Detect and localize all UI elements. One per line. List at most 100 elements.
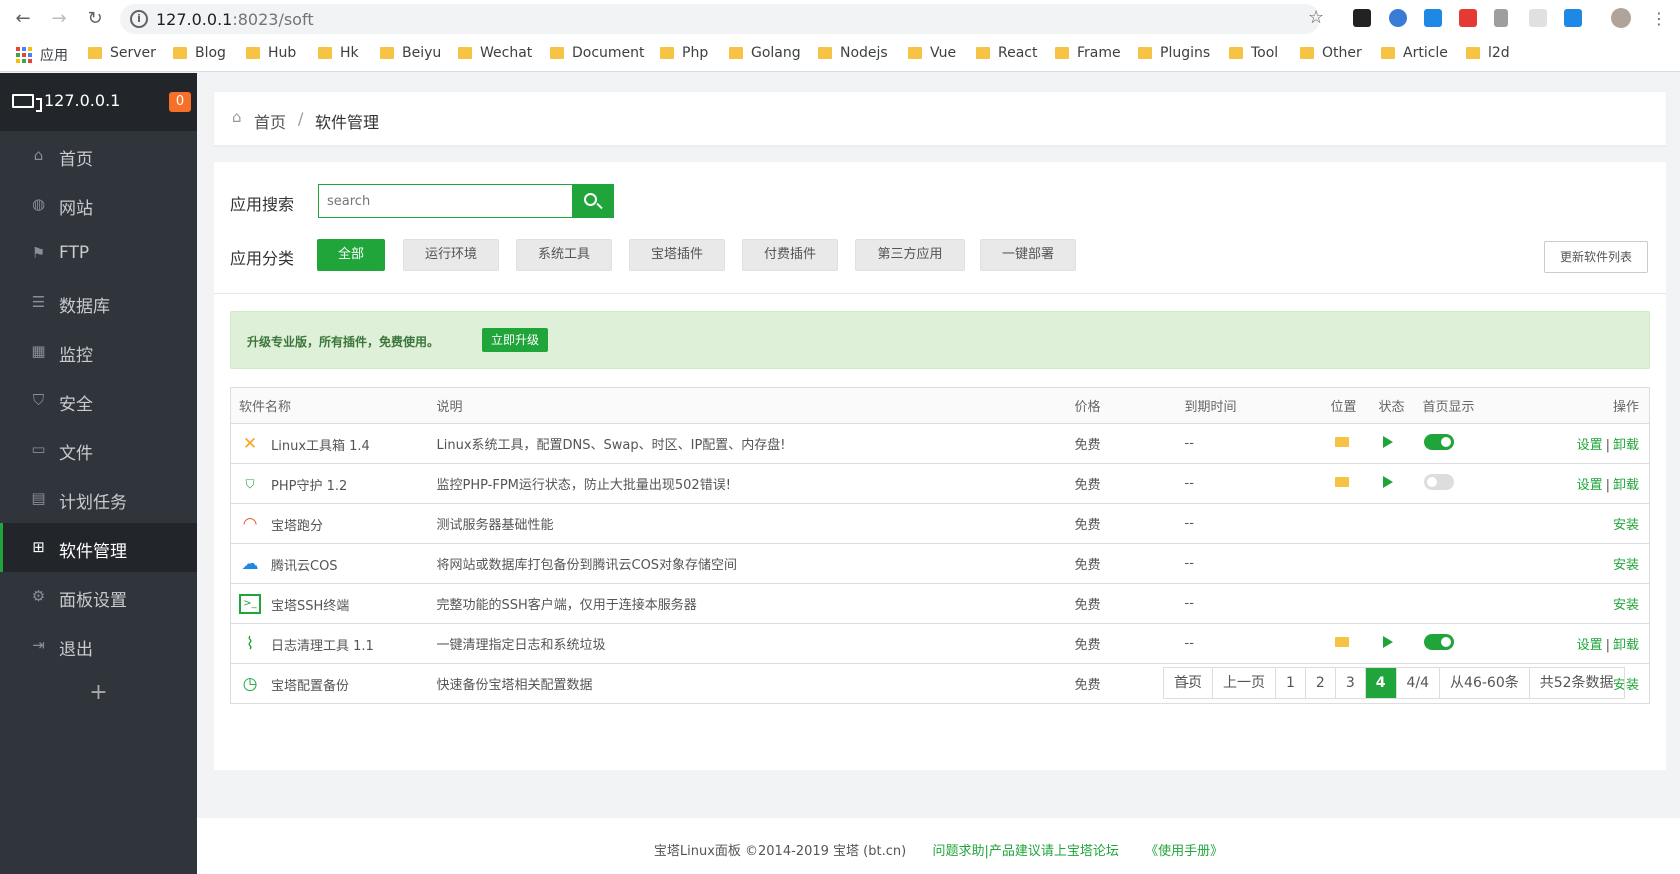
- settings-link[interactable]: 设置: [1577, 438, 1603, 453]
- url-text[interactable]: 127.0.0.1:8023/soft: [156, 10, 314, 29]
- page-prev[interactable]: 上一页: [1213, 668, 1276, 698]
- uninstall-link[interactable]: 卸载: [1613, 438, 1639, 453]
- bookmark-folder[interactable]: Nodejs: [818, 45, 888, 61]
- page-number[interactable]: 1: [1276, 668, 1306, 698]
- sidebar-item-ftp[interactable]: ⚑ FTP: [0, 229, 197, 278]
- folder-icon[interactable]: [1334, 477, 1349, 487]
- bookmark-folder[interactable]: Server: [88, 45, 156, 61]
- settings-link[interactable]: 设置: [1577, 478, 1603, 493]
- homepage-toggle[interactable]: [1423, 473, 1454, 490]
- uninstall-link[interactable]: 卸载: [1613, 638, 1639, 653]
- actions-cell: 安装: [1524, 543, 1650, 584]
- extension-icon[interactable]: [1353, 9, 1371, 27]
- bookmark-folder[interactable]: l2d: [1466, 45, 1510, 61]
- software-price: 免费: [1066, 583, 1177, 624]
- extension-icon[interactable]: [1459, 9, 1477, 27]
- col-expire: 到期时间: [1176, 387, 1323, 424]
- apps-icon: [16, 47, 32, 63]
- category-one-click-deploy[interactable]: 一键部署: [980, 239, 1076, 271]
- bookmark-folder[interactable]: Frame: [1055, 45, 1121, 61]
- menu-dots-icon[interactable]: ⋮: [1646, 6, 1672, 32]
- bookmark-folder[interactable]: React: [976, 45, 1037, 61]
- sidebar-item-software[interactable]: ⊞ 软件管理: [0, 523, 197, 572]
- upgrade-button[interactable]: 立即升级: [482, 328, 548, 352]
- play-icon[interactable]: [1382, 475, 1393, 488]
- reload-icon[interactable]: ↻: [82, 6, 108, 32]
- forward-icon[interactable]: →: [46, 6, 72, 32]
- page-first[interactable]: 首页: [1164, 668, 1213, 698]
- search-button[interactable]: [572, 184, 614, 218]
- back-icon[interactable]: ←: [10, 6, 36, 32]
- add-icon[interactable]: +: [0, 670, 197, 716]
- bookmark-folder[interactable]: Plugins: [1138, 45, 1210, 61]
- backup-clock-icon: ◷: [242, 674, 258, 694]
- bookmark-folder[interactable]: Hub: [246, 45, 296, 61]
- folder-icon[interactable]: [1334, 437, 1349, 447]
- bookmark-folder[interactable]: Vue: [908, 45, 956, 61]
- category-paid-plugins[interactable]: 付费插件: [742, 239, 838, 271]
- install-link[interactable]: 安装: [1613, 598, 1639, 613]
- address-bar[interactable]: i 127.0.0.1:8023/soft: [120, 4, 1320, 34]
- folder-icon[interactable]: [1334, 637, 1349, 647]
- bookmark-apps[interactable]: 应用: [16, 45, 68, 65]
- sidebar-item-files[interactable]: ▭ 文件: [0, 425, 197, 474]
- software-price: 免费: [1066, 423, 1177, 464]
- search-input[interactable]: [319, 185, 559, 217]
- bookmark-folder[interactable]: Golang: [729, 45, 801, 61]
- folder-icon: [88, 47, 102, 59]
- install-link[interactable]: 安装: [1613, 518, 1639, 533]
- category-system-tools[interactable]: 系统工具: [516, 239, 612, 271]
- play-icon[interactable]: [1382, 435, 1393, 448]
- bookmark-folder[interactable]: Tool: [1229, 45, 1278, 61]
- php-shield-icon: ⛉: [245, 477, 255, 491]
- category-third-party[interactable]: 第三方应用: [855, 239, 965, 271]
- extension-icon[interactable]: [1529, 9, 1547, 27]
- bookmark-folder[interactable]: Php: [660, 45, 708, 61]
- software-table: 软件名称 说明 价格 到期时间 位置 状态 首页显示 操作 ✕ Linux工具箱 …: [230, 387, 1650, 704]
- bookmark-folder[interactable]: Other: [1300, 45, 1362, 61]
- search-icon: [584, 193, 597, 206]
- bookmark-folder[interactable]: Wechat: [458, 45, 532, 61]
- extension-icon[interactable]: [1424, 9, 1442, 27]
- settings-link[interactable]: 设置: [1577, 638, 1603, 653]
- status-cell: [1370, 463, 1415, 504]
- breadcrumb-separator: /: [298, 109, 304, 128]
- software-expire: --: [1176, 463, 1323, 504]
- update-software-list-button[interactable]: 更新软件列表: [1544, 241, 1648, 273]
- bookmark-folder[interactable]: Beiyu: [380, 45, 441, 61]
- category-all[interactable]: 全部: [317, 239, 385, 271]
- uninstall-link[interactable]: 卸载: [1613, 478, 1639, 493]
- page-current[interactable]: 4: [1365, 668, 1397, 698]
- breadcrumb-home[interactable]: 首页: [254, 109, 286, 133]
- sidebar-item-security[interactable]: ⛉ 安全: [0, 376, 197, 425]
- sidebar-item-website[interactable]: ◍ 网站: [0, 180, 197, 229]
- bookmark-folder[interactable]: Document: [550, 45, 645, 61]
- bookmark-folder[interactable]: Blog: [173, 45, 226, 61]
- bookmark-folder[interactable]: Article: [1381, 45, 1448, 61]
- forum-link[interactable]: 问题求助|产品建议请上宝塔论坛: [932, 844, 1118, 859]
- info-icon[interactable]: i: [130, 10, 148, 28]
- manual-link[interactable]: 《使用手册》: [1145, 844, 1223, 859]
- sidebar-item-database[interactable]: ☰ 数据库: [0, 278, 197, 327]
- extension-icon[interactable]: [1389, 9, 1407, 27]
- extension-icon[interactable]: [1494, 9, 1508, 27]
- homepage-toggle[interactable]: [1423, 433, 1454, 450]
- sidebar-item-cron[interactable]: ▤ 计划任务: [0, 474, 197, 523]
- avatar[interactable]: [1611, 8, 1631, 28]
- category-runtime[interactable]: 运行环境: [403, 239, 499, 271]
- bookmark-folder[interactable]: Hk: [318, 45, 359, 61]
- software-desc: 快速备份宝塔相关配置数据: [436, 678, 593, 693]
- page-number[interactable]: 2: [1306, 668, 1336, 698]
- bookmark-star-icon[interactable]: ☆: [1308, 7, 1324, 28]
- homepage-toggle[interactable]: [1423, 633, 1454, 650]
- category-bt-plugins[interactable]: 宝塔插件: [629, 239, 725, 271]
- page-number[interactable]: 3: [1336, 668, 1366, 698]
- message-badge[interactable]: 0: [169, 92, 191, 112]
- sidebar-item-home[interactable]: ⌂ 首页: [0, 131, 197, 180]
- sidebar-item-settings[interactable]: ⚙ 面板设置: [0, 572, 197, 621]
- play-icon[interactable]: [1382, 635, 1393, 648]
- install-link[interactable]: 安装: [1613, 558, 1639, 573]
- sidebar-item-monitor[interactable]: ▦ 监控: [0, 327, 197, 376]
- sidebar-item-logout[interactable]: ⇥ 退出: [0, 621, 197, 670]
- extension-icon[interactable]: [1564, 9, 1582, 27]
